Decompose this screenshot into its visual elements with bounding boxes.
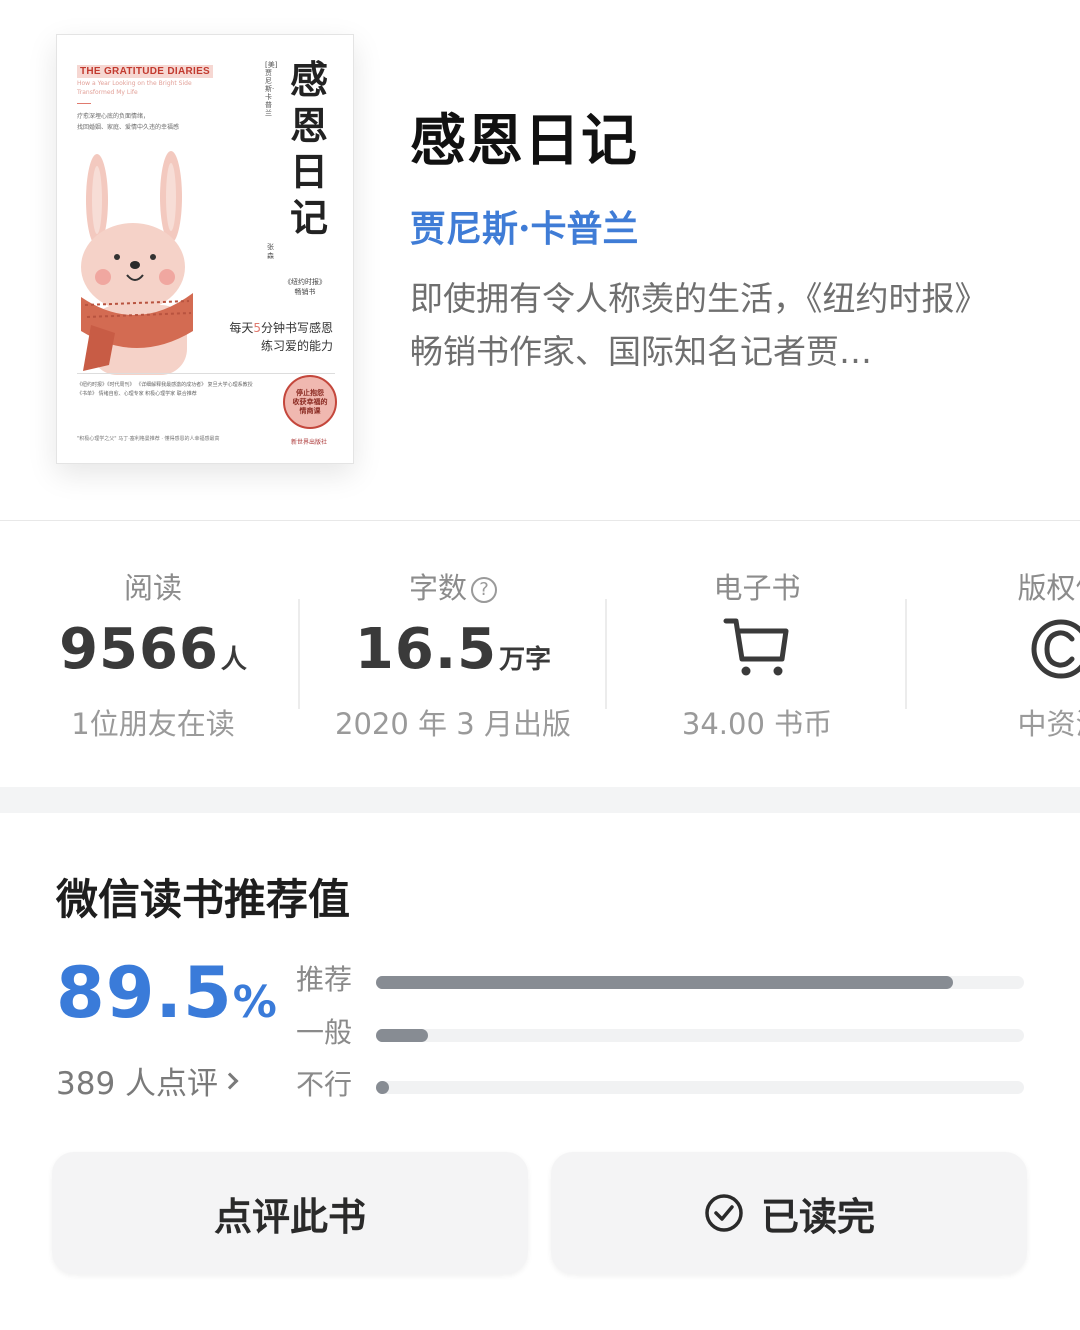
cover-divider (77, 373, 335, 374)
cart-icon (722, 615, 792, 679)
rating-bar-fill (376, 1081, 389, 1094)
rating-bar-fill (376, 1029, 428, 1042)
cover-recommendations: 《纽约时报》《时代周刊》 《详细解释我最感激的成功者》 复旦大学心理系教授 《书… (77, 382, 253, 397)
stat-readers[interactable]: 阅读 9566人 1位朋友在读 (0, 521, 306, 787)
review-count-text: 389 人点评 (56, 1066, 219, 1102)
book-intro[interactable]: 即使拥有令人称羡的生活，《纽约时报》畅销书作家、国际知名记者贾… (410, 272, 1020, 378)
book-title: 感恩日记 (410, 108, 638, 174)
rating-bar-row: 一般 (296, 1011, 1026, 1051)
mark-finished-label: 已读完 (760, 1194, 875, 1239)
rating-bar-track (376, 1081, 1024, 1094)
stat-word-count-label: 字数? (300, 565, 606, 607)
rating-bar-label: 不行 (296, 1068, 353, 1101)
rating-bar-row: 不行 (296, 1063, 1026, 1103)
stat-readers-value: 9566人 (59, 617, 247, 682)
review-book-button[interactable]: 点评此书 (52, 1152, 528, 1274)
rating-bar-track (376, 976, 1024, 989)
cover-publisher: 新世界出版社 (291, 439, 328, 446)
stat-copyright-label: 版权信 (1017, 571, 1080, 605)
stat-copyright-value (908, 617, 1080, 685)
mark-finished-button[interactable]: 已读完 (551, 1152, 1027, 1274)
rating-bar-label: 推荐 (296, 963, 353, 996)
rating-bar-fill (376, 976, 953, 989)
stat-word-count-value: 16.5万字 (354, 617, 552, 682)
stat-divider (905, 599, 907, 709)
rating-bar-row: 推荐 (296, 958, 1026, 998)
stat-readers-friends: 1位朋友在读 (71, 707, 235, 741)
stat-publish-date: 2020 年 3 月出版 (335, 707, 571, 741)
stat-ebook-value (604, 615, 910, 683)
book-cover[interactable]: THE GRATITUDE DIARIES How a Year Looking… (56, 34, 354, 464)
review-book-label: 点评此书 (213, 1194, 366, 1239)
stat-copyright-holder: 中资海 (1017, 707, 1080, 741)
stat-ebook[interactable]: 电子书 34.00 书币 (604, 521, 910, 787)
check-circle-icon (703, 1192, 745, 1234)
review-count-link[interactable]: 389 人点评 (56, 1058, 239, 1103)
stat-readers-label: 阅读 (123, 571, 182, 605)
book-author-link[interactable]: 贾尼斯·卡普兰 (410, 200, 639, 252)
recommend-title: 微信读书推荐值 (56, 875, 351, 924)
cover-slogan: 每天5分钟书写感恩 练习爱的能力 (229, 321, 333, 353)
copyright-icon (1028, 617, 1080, 681)
rating-bar-label: 一般 (296, 1016, 353, 1049)
rating-bar-track (376, 1029, 1024, 1042)
help-icon[interactable]: ? (471, 577, 497, 603)
chevron-right-icon (221, 1072, 239, 1089)
stat-word-count[interactable]: 字数? 16.5万字 2020 年 3 月出版 (300, 521, 606, 787)
recommend-score: 89.5% (56, 952, 277, 1034)
section-gap (0, 787, 1080, 813)
stat-copyright[interactable]: 版权信 中资海 (908, 521, 1080, 787)
stat-ebook-label: 电子书 (713, 571, 801, 605)
book-header: THE GRATITUDE DIARIES How a Year Looking… (0, 0, 1080, 520)
stat-ebook-price: 34.00 书币 (681, 707, 833, 741)
cover-stamp: 停止抱怨 收获幸福的 情商课 (283, 375, 337, 429)
stats-row: 阅读 9566人 1位朋友在读 字数? 16.5万字 2020 年 3 月出版 … (0, 521, 1080, 787)
